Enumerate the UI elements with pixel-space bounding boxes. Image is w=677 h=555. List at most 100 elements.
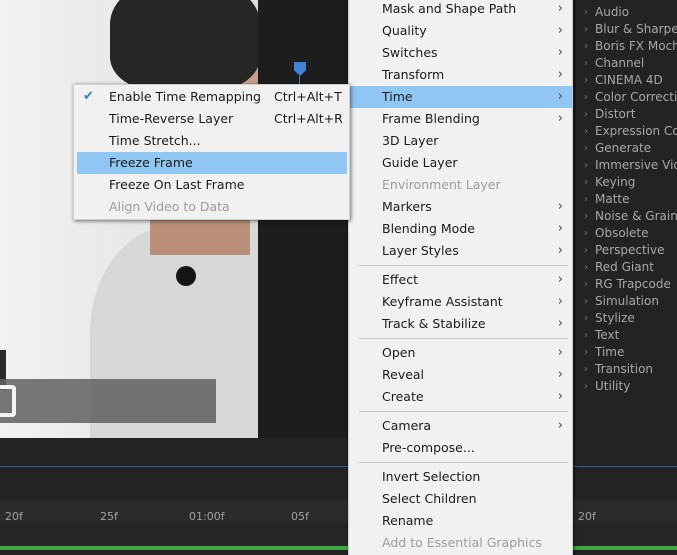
disclosure-chevron-icon[interactable]: › xyxy=(584,123,588,140)
menu-item-label: Open xyxy=(382,345,416,360)
layer-track[interactable] xyxy=(0,522,677,546)
disclosure-chevron-icon[interactable]: › xyxy=(584,4,588,21)
effects-category-immersive-video[interactable]: › Immersive Video xyxy=(576,157,677,174)
menu-item-guide-layer[interactable]: Guide Layer xyxy=(349,152,572,174)
effects-category-text[interactable]: › Text xyxy=(576,327,677,344)
menu-item-time[interactable]: Time › xyxy=(349,86,572,108)
disclosure-chevron-icon[interactable]: › xyxy=(584,38,588,55)
effects-category-stylize[interactable]: › Stylize xyxy=(576,310,677,327)
menu-item-mask-and-shape-path[interactable]: Mask and Shape Path › xyxy=(349,0,572,20)
disclosure-chevron-icon[interactable]: › xyxy=(584,293,588,310)
menu-item-transform[interactable]: Transform › xyxy=(349,64,572,86)
effects-category-utility[interactable]: › Utility xyxy=(576,378,677,395)
submenu-item-time-reverse-layer[interactable]: Time-Reverse Layer Ctrl+Alt+R xyxy=(77,108,347,130)
menu-item-3d-layer[interactable]: 3D Layer xyxy=(349,130,572,152)
keyboard-shortcut: Ctrl+Alt+R xyxy=(274,111,343,126)
menu-item-frame-blending[interactable]: Frame Blending › xyxy=(349,108,572,130)
menu-item-switches[interactable]: Switches › xyxy=(349,42,572,64)
disclosure-chevron-icon[interactable]: › xyxy=(584,174,588,191)
disclosure-chevron-icon[interactable]: › xyxy=(584,106,588,123)
menu-item-effect[interactable]: Effect › xyxy=(349,269,572,291)
disclosure-chevron-icon[interactable]: › xyxy=(584,157,588,174)
effects-category-rg-trapcode[interactable]: › RG Trapcode xyxy=(576,276,677,293)
disclosure-chevron-icon[interactable]: › xyxy=(584,344,588,361)
menu-item-reveal[interactable]: Reveal › xyxy=(349,364,572,386)
disclosure-chevron-icon[interactable]: › xyxy=(584,208,588,225)
menu-item-select-children[interactable]: Select Children xyxy=(349,488,572,510)
menu-item-pre-compose[interactable]: Pre-compose... xyxy=(349,437,572,459)
disclosure-chevron-icon[interactable]: › xyxy=(584,378,588,395)
effects-category-distort[interactable]: › Distort xyxy=(576,106,677,123)
submenu-item-freeze-frame[interactable]: Freeze Frame xyxy=(77,152,347,174)
effects-category-noise-grain[interactable]: › Noise & Grain xyxy=(576,208,677,225)
disclosure-chevron-icon[interactable]: › xyxy=(584,140,588,157)
disclosure-chevron-icon[interactable]: › xyxy=(584,55,588,72)
menu-item-quality[interactable]: Quality › xyxy=(349,20,572,42)
menu-item-camera[interactable]: Camera › xyxy=(349,415,572,437)
submenu-arrow-icon: › xyxy=(557,221,563,236)
menu-item-label: Environment Layer xyxy=(382,177,501,192)
disclosure-chevron-icon[interactable]: › xyxy=(584,276,588,293)
effects-category-keying[interactable]: › Keying xyxy=(576,174,677,191)
playhead-handle[interactable] xyxy=(294,62,306,78)
submenu-item-enable-time-remapping[interactable]: ✔ Enable Time Remapping Ctrl+Alt+T xyxy=(77,86,347,108)
menu-item-rename[interactable]: Rename xyxy=(349,510,572,532)
disclosure-chevron-icon[interactable]: › xyxy=(584,225,588,242)
submenu-arrow-icon: › xyxy=(557,367,563,382)
effects-category-obsolete[interactable]: › Obsolete xyxy=(576,225,677,242)
submenu-arrow-icon: › xyxy=(557,199,563,214)
effects-category-perspective[interactable]: › Perspective xyxy=(576,242,677,259)
person-hair xyxy=(110,0,258,90)
submenu-item-freeze-on-last-frame[interactable]: Freeze On Last Frame xyxy=(77,174,347,196)
effects-category-label: Color Correction xyxy=(595,90,677,104)
menu-item-markers[interactable]: Markers › xyxy=(349,196,572,218)
effects-category-label: Time xyxy=(595,345,625,359)
disclosure-chevron-icon[interactable]: › xyxy=(584,242,588,259)
menu-item-keyframe-assistant[interactable]: Keyframe Assistant › xyxy=(349,291,572,313)
menu-item-label: Quality xyxy=(382,23,427,38)
menu-item-label: Keyframe Assistant xyxy=(382,294,503,309)
effects-category-label: CINEMA 4D xyxy=(595,73,663,87)
effects-category-audio[interactable]: › Audio xyxy=(576,4,677,21)
effects-category-blur-sharpen[interactable]: › Blur & Sharpen xyxy=(576,21,677,38)
disclosure-chevron-icon[interactable]: › xyxy=(584,72,588,89)
menu-separator xyxy=(359,411,568,412)
effects-category-transition[interactable]: › Transition xyxy=(576,361,677,378)
keyboard-shortcut: Ctrl+Alt+T xyxy=(274,89,342,104)
work-area-bar[interactable] xyxy=(0,546,677,550)
effects-category-time[interactable]: › Time xyxy=(576,344,677,361)
effects-category-generate[interactable]: › Generate xyxy=(576,140,677,157)
submenu-arrow-icon: › xyxy=(557,45,563,60)
menu-item-open[interactable]: Open › xyxy=(349,342,572,364)
menu-item-blending-mode[interactable]: Blending Mode › xyxy=(349,218,572,240)
effects-category-red-giant[interactable]: › Red Giant xyxy=(576,259,677,276)
effects-category-label: Distort xyxy=(595,107,636,121)
submenu-arrow-icon: › xyxy=(557,272,563,287)
menu-item-invert-selection[interactable]: Invert Selection xyxy=(349,466,572,488)
menu-item-label: Effect xyxy=(382,272,418,287)
effects-category-label: Expression Controls xyxy=(595,124,677,138)
menu-item-layer-styles[interactable]: Layer Styles › xyxy=(349,240,572,262)
disclosure-chevron-icon[interactable]: › xyxy=(584,21,588,38)
submenu-item-label: Align Video to Data xyxy=(109,199,230,214)
disclosure-chevron-icon[interactable]: › xyxy=(584,89,588,106)
disclosure-chevron-icon[interactable]: › xyxy=(584,259,588,276)
effects-category-expression-controls[interactable]: › Expression Controls xyxy=(576,123,677,140)
effects-category-color-correction[interactable]: › Color Correction xyxy=(576,89,677,106)
menu-separator xyxy=(359,462,568,463)
effects-category-matte[interactable]: › Matte xyxy=(576,191,677,208)
disclosure-chevron-icon[interactable]: › xyxy=(584,327,588,344)
effects-category-channel[interactable]: › Channel xyxy=(576,55,677,72)
effects-category-simulation[interactable]: › Simulation xyxy=(576,293,677,310)
submenu-item-time-stretch[interactable]: Time Stretch... xyxy=(77,130,347,152)
effects-category-boris-fx-mocha[interactable]: › Boris FX Mocha xyxy=(576,38,677,55)
disclosure-chevron-icon[interactable]: › xyxy=(584,361,588,378)
disclosure-chevron-icon[interactable]: › xyxy=(584,191,588,208)
menu-item-create[interactable]: Create › xyxy=(349,386,572,408)
menu-item-track-stabilize[interactable]: Track & Stabilize › xyxy=(349,313,572,335)
caption-bar xyxy=(0,379,216,423)
timeline-divider xyxy=(0,466,677,467)
disclosure-chevron-icon[interactable]: › xyxy=(584,310,588,327)
menu-item-label: Add to Essential Graphics xyxy=(382,535,542,550)
effects-category-cinema-4d[interactable]: › CINEMA 4D xyxy=(576,72,677,89)
